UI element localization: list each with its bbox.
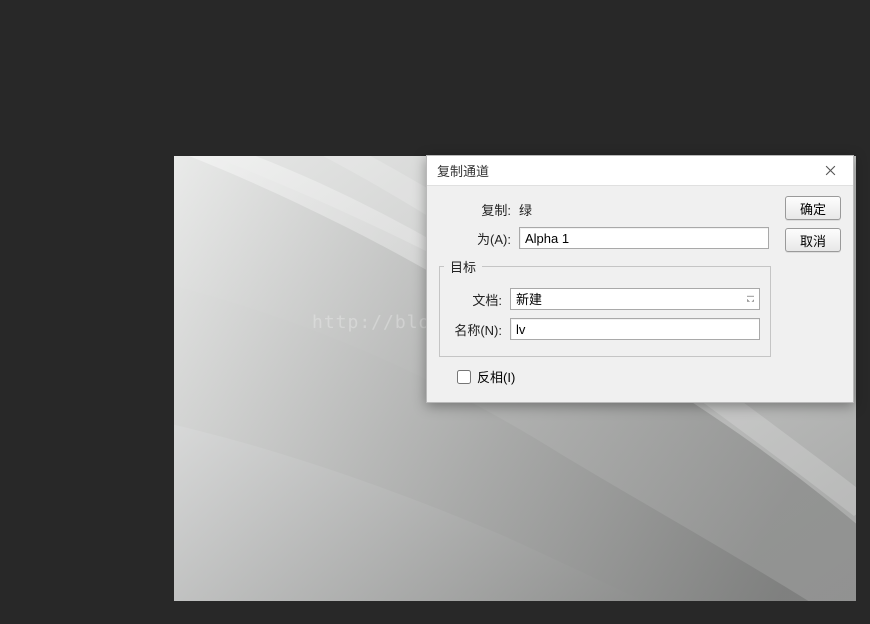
- destination-fieldset: 目标 文档: 新建 名称(N):: [439, 257, 771, 357]
- invert-label: 反相(I): [477, 367, 515, 386]
- ok-button[interactable]: 确定: [785, 196, 841, 220]
- dialog-title: 复制通道: [437, 161, 489, 180]
- close-icon: [825, 165, 836, 176]
- as-label: 为(A):: [439, 229, 511, 248]
- destination-legend: 目标: [444, 257, 482, 276]
- document-select[interactable]: 新建: [510, 288, 760, 310]
- copy-label: 复制:: [439, 200, 511, 219]
- name-input[interactable]: [510, 318, 760, 340]
- close-button[interactable]: [813, 160, 847, 182]
- cancel-button[interactable]: 取消: [785, 228, 841, 252]
- duplicate-channel-dialog: 复制通道 复制: 绿 为(A): 目标 文档:: [426, 155, 854, 403]
- invert-checkbox[interactable]: [457, 370, 471, 384]
- copy-source-value: 绿: [519, 200, 532, 219]
- as-input[interactable]: [519, 227, 769, 249]
- dialog-titlebar[interactable]: 复制通道: [427, 156, 853, 186]
- name-label: 名称(N):: [444, 320, 502, 339]
- document-label: 文档:: [444, 290, 502, 309]
